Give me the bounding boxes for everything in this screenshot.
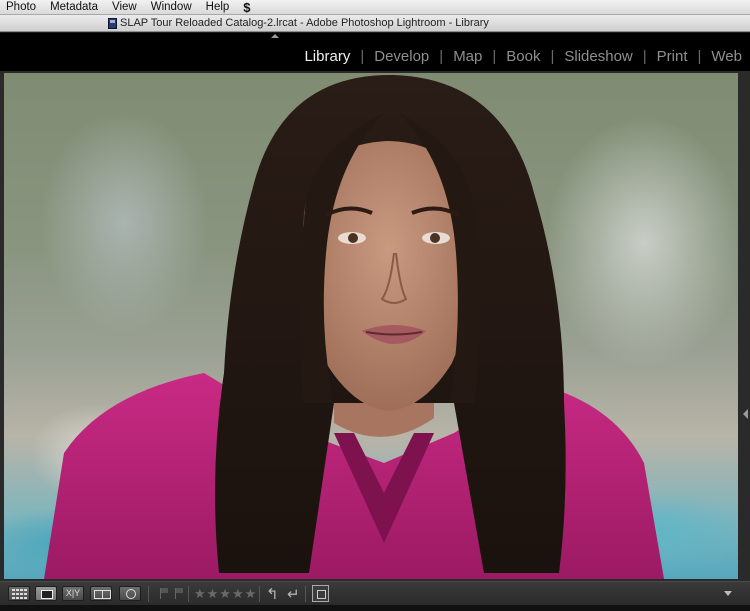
toolbar-divider [259, 586, 260, 602]
module-web[interactable]: Web [711, 48, 742, 65]
menu-photo[interactable]: Photo [6, 0, 36, 15]
module-develop[interactable]: Develop [374, 48, 429, 65]
module-separator: | [439, 48, 444, 65]
people-view-icon[interactable] [119, 586, 141, 601]
menu-metadata[interactable]: Metadata [50, 0, 98, 15]
loupe-view [0, 71, 750, 581]
rotate-left-icon[interactable]: ↰ [266, 585, 279, 603]
library-toolbar: X|Y ★★★★★ ↰ ↵ [0, 581, 750, 605]
window-title: SLAP Tour Reloaded Catalog-2.lrcat - Ado… [120, 17, 489, 29]
window-titlebar: SLAP Tour Reloaded Catalog-2.lrcat - Ado… [0, 15, 750, 32]
module-map[interactable]: Map [453, 48, 482, 65]
loupe-view-icon[interactable] [35, 586, 57, 601]
module-separator: | [642, 48, 647, 65]
module-separator: | [360, 48, 365, 65]
rotate-right-icon[interactable]: ↵ [287, 585, 300, 603]
module-print[interactable]: Print [657, 48, 688, 65]
menu-window[interactable]: Window [151, 0, 192, 15]
module-separator: | [697, 48, 702, 65]
catalog-document-icon [108, 18, 117, 29]
portrait-illustration [44, 74, 664, 579]
expand-right-panel-icon[interactable] [743, 409, 748, 419]
flag-reject-icon[interactable] [175, 588, 183, 599]
collapse-top-panel-icon[interactable] [271, 34, 279, 38]
system-menubar: Photo Metadata View Window Help $ [0, 0, 750, 15]
survey-view-icon[interactable] [90, 586, 112, 601]
module-picker-header: Library | Develop | Map | Book | Slidesh… [0, 33, 750, 71]
star-rating[interactable]: ★★★★★ [194, 586, 257, 602]
portrait-photo[interactable] [4, 73, 738, 579]
crop-icon[interactable] [312, 585, 329, 602]
grid-view-icon[interactable] [8, 586, 30, 601]
menu-help[interactable]: Help [206, 0, 230, 15]
module-separator: | [492, 48, 497, 65]
module-separator: | [550, 48, 555, 65]
module-library[interactable]: Library [304, 48, 350, 65]
menu-view[interactable]: View [112, 0, 137, 15]
script-menu-icon[interactable]: $ [243, 0, 250, 15]
module-picker: Library | Develop | Map | Book | Slidesh… [304, 48, 742, 65]
toolbar-divider [305, 586, 306, 602]
compare-view-icon[interactable]: X|Y [62, 586, 84, 601]
toolbar-divider [188, 586, 189, 602]
module-book[interactable]: Book [506, 48, 540, 65]
filmstrip-edge [0, 605, 750, 611]
toolbar-divider [148, 586, 149, 602]
module-slideshow[interactable]: Slideshow [564, 48, 632, 65]
flag-pick-icon[interactable] [160, 588, 168, 599]
toolbar-content-menu-icon[interactable] [724, 591, 732, 596]
